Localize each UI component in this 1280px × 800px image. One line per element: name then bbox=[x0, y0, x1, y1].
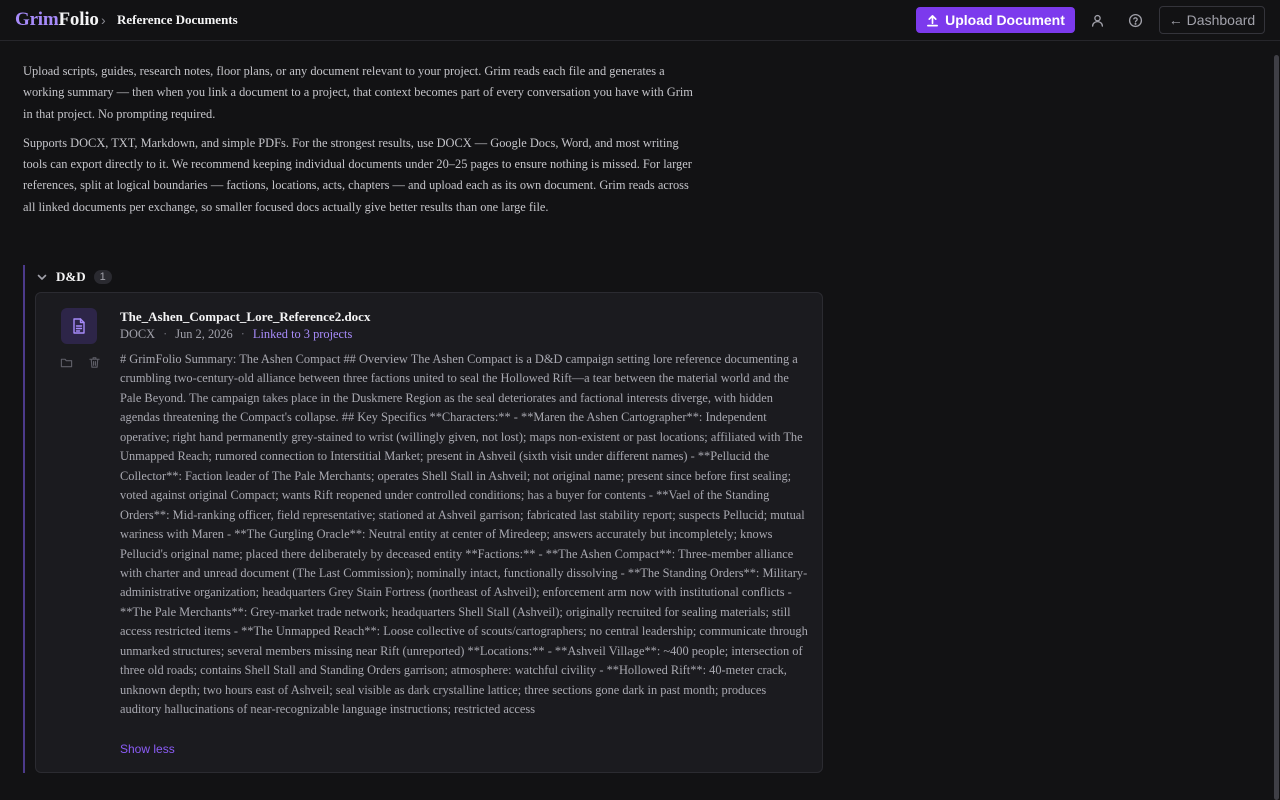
help-circle-icon bbox=[1128, 13, 1142, 27]
chevron-down-icon bbox=[37, 274, 47, 280]
intro-paragraph-1: Upload scripts, guides, research notes, … bbox=[23, 64, 693, 121]
file-text-icon bbox=[73, 318, 85, 334]
move-to-folder-button[interactable] bbox=[59, 355, 73, 369]
meta-separator: · bbox=[163, 327, 168, 341]
upload-document-label: Upload Document bbox=[945, 12, 1065, 28]
show-less-button[interactable]: Show less bbox=[120, 742, 175, 756]
folder-icon bbox=[60, 358, 72, 367]
user-icon bbox=[1091, 14, 1103, 27]
brand-logo[interactable]: GrimFolio bbox=[15, 9, 99, 31]
group-count-badge: 1 bbox=[93, 270, 112, 284]
intro-paragraph-2: Supports DOCX, TXT, Markdown, and simple… bbox=[23, 135, 692, 214]
document-type: DOCX bbox=[120, 327, 156, 341]
linked-projects-link[interactable]: Linked to 3 projects bbox=[253, 327, 352, 342]
intro-text: Upload scripts, guides, research notes, … bbox=[23, 61, 703, 226]
top-bar: GrimFolio › Reference Documents Upload D… bbox=[0, 0, 1280, 41]
document-type-badge bbox=[61, 308, 97, 344]
help-button[interactable] bbox=[1125, 10, 1145, 30]
upload-icon bbox=[927, 14, 939, 26]
delete-document-button[interactable] bbox=[87, 355, 101, 369]
trash-icon bbox=[88, 356, 100, 368]
breadcrumb-separator: › bbox=[101, 12, 106, 28]
dashboard-button[interactable]: ← Dashboard bbox=[1159, 6, 1265, 34]
scrollbar-thumb[interactable] bbox=[1274, 55, 1279, 800]
breadcrumb-current: Reference Documents bbox=[117, 12, 238, 27]
brand-part-folio: Folio bbox=[58, 9, 99, 30]
group-accent-line bbox=[23, 265, 25, 773]
group-toggle-dnd[interactable]: D&D 1 bbox=[36, 268, 112, 286]
meta-separator: · bbox=[240, 327, 245, 341]
brand-part-grim: Grim bbox=[15, 9, 59, 30]
document-meta: DOCX · Jun 2, 2026 · Linked to 3 project… bbox=[120, 327, 352, 342]
document-date: Jun 2, 2026 bbox=[175, 327, 233, 341]
document-summary: # GrimFolio Summary: The Ashen Compact #… bbox=[120, 352, 808, 717]
account-button[interactable] bbox=[1087, 10, 1107, 30]
document-card: The_Ashen_Compact_Lore_Reference2.docx D… bbox=[35, 292, 823, 773]
document-filename[interactable]: The_Ashen_Compact_Lore_Reference2.docx bbox=[120, 309, 370, 325]
group-title: D&D bbox=[56, 269, 86, 284]
upload-document-button[interactable]: Upload Document bbox=[916, 7, 1075, 33]
